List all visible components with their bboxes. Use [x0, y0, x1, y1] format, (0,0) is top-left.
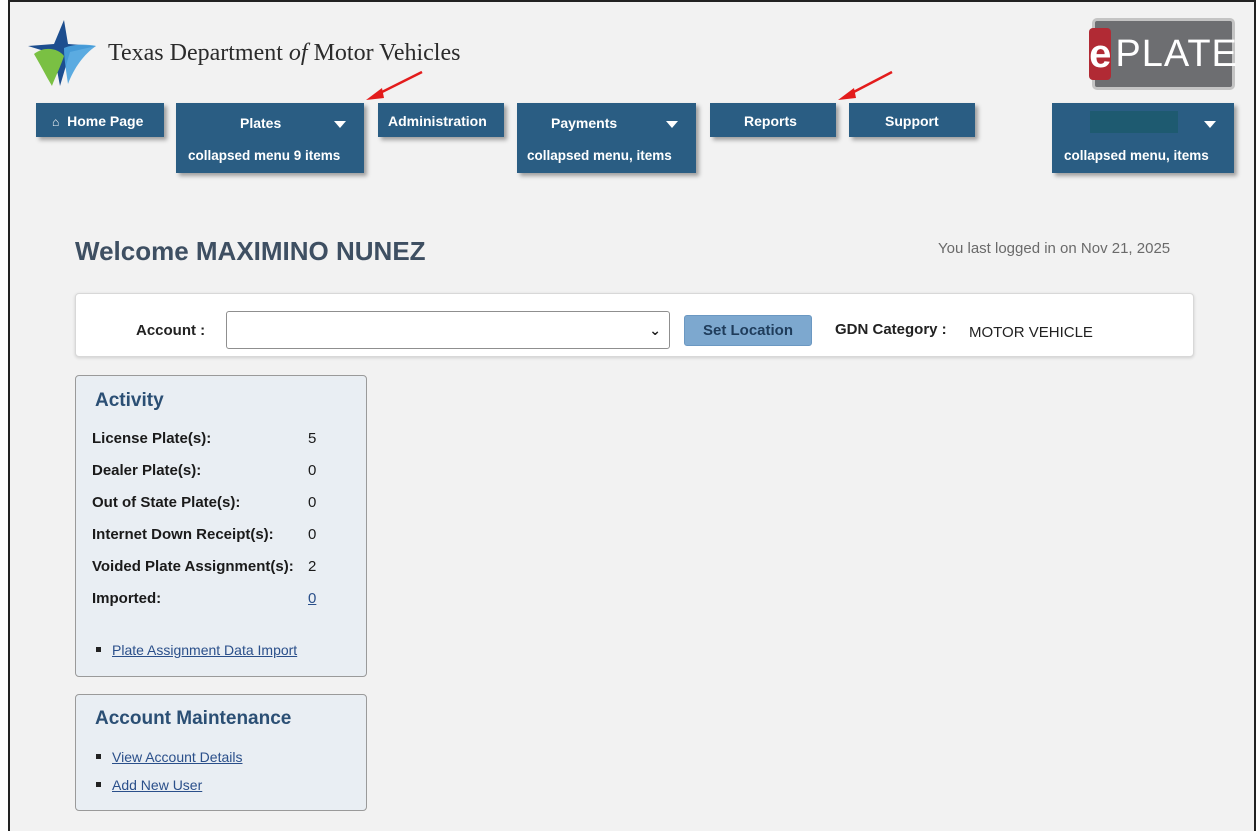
account-maintenance-panel: Account Maintenance View Account Details… — [75, 694, 367, 811]
star-logo-icon — [28, 20, 96, 86]
gdn-category-value: MOTOR VEHICLE — [969, 324, 1093, 341]
chevron-down-icon: ⌄ — [649, 322, 661, 338]
stat-internet-down-value: 0 — [308, 526, 317, 543]
stat-voided-value: 2 — [308, 558, 317, 575]
nav-home-label: Home Page — [67, 113, 144, 129]
nav-plates-menu[interactable]: Plates collapsed menu 9 items — [176, 103, 364, 173]
eplate-logo-text: PLATE — [1115, 32, 1238, 75]
nav-reports-button[interactable]: Reports — [710, 103, 836, 137]
nav-user-menu[interactable]: collapsed menu, items — [1052, 103, 1234, 173]
nav-user-sub: collapsed menu, items — [1064, 148, 1209, 163]
nav-payments-sub: collapsed menu, items — [527, 148, 672, 163]
nav-administration-button[interactable]: Administration — [378, 103, 504, 137]
view-account-details-label: View Account Details — [112, 749, 243, 765]
chevron-down-icon — [334, 121, 346, 128]
activity-panel: Activity License Plate(s): 5 Dealer Plat… — [75, 375, 367, 677]
user-name-redacted — [1090, 111, 1178, 133]
account-select[interactable]: ⌄ — [226, 311, 670, 349]
nav-administration-label: Administration — [388, 113, 487, 129]
chevron-down-icon — [1204, 121, 1216, 128]
activity-title: Activity — [95, 390, 164, 411]
plate-assignment-import-link[interactable]: Plate Assignment Data Import — [96, 642, 297, 658]
annotation-arrow-reports — [838, 70, 893, 100]
set-location-button[interactable]: Set Location — [684, 315, 812, 346]
plate-assignment-import-label: Plate Assignment Data Import — [112, 642, 298, 658]
view-account-details-link[interactable]: View Account Details — [96, 749, 242, 765]
stat-imported-label: Imported: — [92, 590, 162, 607]
stat-voided-label: Voided Plate Assignment(s): — [92, 558, 294, 575]
stat-out-of-state-label: Out of State Plate(s): — [92, 494, 241, 511]
gdn-category-label: GDN Category : — [835, 321, 947, 338]
eplate-logo-e: e — [1089, 28, 1112, 80]
nav-payments-menu[interactable]: Payments collapsed menu, items — [517, 103, 696, 173]
eplate-logo: e PLATE — [1089, 18, 1238, 90]
add-new-user-label: Add New User — [112, 777, 203, 793]
bullet-icon — [96, 753, 101, 759]
home-icon: ⌂ — [52, 115, 60, 129]
nav-reports-label: Reports — [744, 113, 797, 129]
stat-dealer-plates-value: 0 — [308, 462, 317, 479]
txdmv-logo[interactable]: Texas Department of Motor Vehicles — [24, 18, 544, 88]
nav-payments-label: Payments — [551, 115, 618, 131]
page-title: Welcome MAXIMINO NUNEZ — [75, 236, 426, 266]
stat-internet-down-label: Internet Down Receipt(s): — [92, 526, 274, 543]
account-bar: Account : ⌄ Set Location GDN Category : … — [75, 293, 1194, 357]
nav-support-label: Support — [885, 113, 939, 129]
nav-plates-sub: collapsed menu 9 items — [188, 148, 341, 163]
nav-plates-label: Plates — [240, 115, 282, 131]
annotation-arrow-plates — [366, 70, 423, 100]
stat-dealer-plates-label: Dealer Plate(s): — [92, 462, 202, 479]
account-label: Account : — [136, 322, 206, 339]
stat-imported-link[interactable]: 0 — [308, 590, 316, 607]
account-maintenance-title: Account Maintenance — [95, 708, 292, 729]
bullet-icon — [96, 646, 101, 652]
org-name: Texas Department of Motor Vehicles — [108, 40, 461, 66]
last-login-text: You last logged in on Nov 21, 2025 — [938, 240, 1171, 257]
stat-out-of-state-value: 0 — [308, 494, 317, 511]
chevron-down-icon — [666, 121, 678, 128]
stat-license-plates-value: 5 — [308, 430, 317, 447]
stat-license-plates-label: License Plate(s): — [92, 430, 212, 447]
add-new-user-link[interactable]: Add New User — [96, 777, 202, 793]
nav-support-button[interactable]: Support — [849, 103, 975, 137]
nav-home-button[interactable]: ⌂ Home Page — [36, 103, 164, 137]
bullet-icon — [96, 781, 101, 787]
